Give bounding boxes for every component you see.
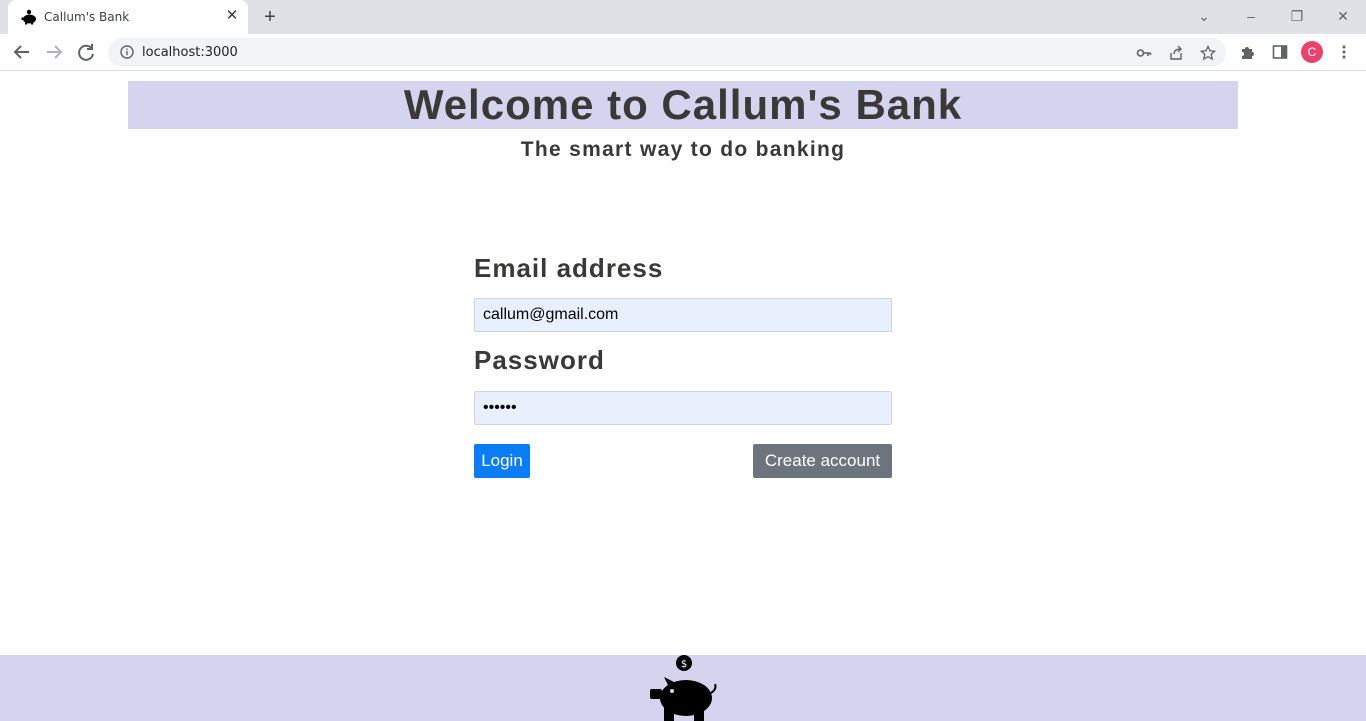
menu-kebab-icon[interactable] [1336,44,1352,60]
tab-search-chevron-icon[interactable]: ⌄ [1190,4,1218,28]
forward-arrow-icon[interactable] [42,40,66,64]
back-arrow-icon[interactable] [10,40,34,64]
browser-tabstrip: Callum's Bank ✕ + ⌄ – ❐ ✕ [0,0,1366,34]
email-field[interactable]: callum@gmail.com [474,298,892,332]
share-icon[interactable] [1168,45,1184,61]
email-label: Email address [474,253,664,283]
url-text: localhost:3000 [142,45,238,60]
browser-tab[interactable]: Callum's Bank ✕ [8,0,248,34]
piggy-bank-icon [21,9,36,25]
page-title: Welcome to Callum's Bank [403,81,963,128]
create-account-button[interactable]: Create account [753,444,892,478]
reload-icon[interactable] [74,40,98,64]
footer: $ [0,655,1366,721]
restore-icon[interactable]: ❐ [1283,4,1311,28]
browser-toolbar: localhost:3000 C [0,34,1366,71]
password-field[interactable]: •••••• [474,391,892,425]
site-info-icon[interactable] [120,45,134,59]
page-content: Welcome to Callum's Bank The smart way t… [0,71,1366,721]
extensions-puzzle-icon[interactable] [1240,44,1256,60]
close-window-icon[interactable]: ✕ [1329,4,1357,28]
new-tab-plus-icon[interactable]: + [258,6,282,28]
side-panel-icon[interactable] [1272,44,1288,60]
tab-title: Callum's Bank [44,10,130,24]
login-button[interactable]: Login [474,444,530,478]
svg-text:$: $ [681,659,687,670]
key-icon[interactable] [1136,45,1152,61]
tagline: The smart way to do banking [520,138,846,161]
address-bar[interactable]: localhost:3000 [108,38,1226,67]
password-label: Password [474,345,605,375]
minimize-icon[interactable]: – [1237,4,1265,28]
profile-avatar[interactable]: C [1301,41,1323,63]
tab-close-icon[interactable]: ✕ [224,8,240,24]
header-banner: Welcome to Callum's Bank [128,81,1238,129]
piggy-bank-icon: $ [650,655,717,721]
bookmark-star-icon[interactable] [1200,45,1216,61]
